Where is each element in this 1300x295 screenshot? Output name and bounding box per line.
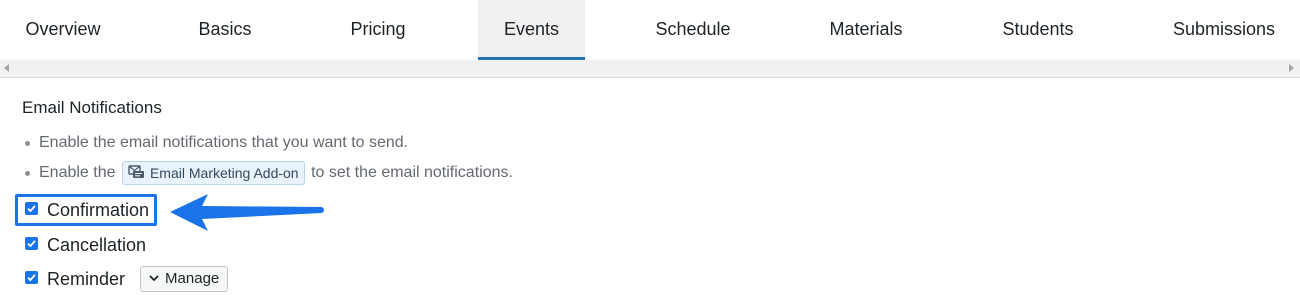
confirmation-checkbox[interactable] <box>25 201 38 215</box>
scroll-right-icon[interactable] <box>1289 64 1294 72</box>
tab-materials[interactable]: Materials <box>803 0 929 60</box>
scroll-left-icon[interactable] <box>4 64 9 72</box>
list-item: Enable the Email Marketing Add-on to set… <box>22 158 513 188</box>
help-text-suffix: to set the email notifications. <box>311 164 513 181</box>
annotation-arrow-icon <box>170 194 324 231</box>
tab-schedule[interactable]: Schedule <box>630 0 756 60</box>
list-item: Enable the email notifications that you … <box>22 128 513 158</box>
option-label: Reminder <box>47 269 126 289</box>
option-label: Confirmation <box>47 200 150 220</box>
option-confirmation[interactable]: Confirmation <box>25 198 149 222</box>
help-text: Enable the email notifications that you … <box>39 134 409 151</box>
notification-help-list: Enable the email notifications that you … <box>22 128 513 188</box>
horizontal-scrollbar[interactable] <box>0 60 1300 78</box>
option-reminder[interactable]: Reminder Manage <box>25 266 229 293</box>
option-label: Cancellation <box>47 235 147 255</box>
help-text-prefix: Enable the <box>39 164 116 181</box>
tab-bar: Overview Basics Pricing Events Schedule … <box>0 0 1300 60</box>
tab-events[interactable]: Events <box>478 0 585 60</box>
email-marketing-icon <box>128 163 145 185</box>
tab-submissions[interactable]: Submissions <box>1158 0 1290 60</box>
addon-label: Email Marketing Add-on <box>149 164 299 181</box>
email-marketing-addon-link[interactable]: Email Marketing Add-on <box>121 160 305 185</box>
section-title: Email Notifications <box>22 98 162 117</box>
cancellation-checkbox[interactable] <box>25 236 38 250</box>
tab-pricing[interactable]: Pricing <box>315 0 441 60</box>
manage-button[interactable]: Manage <box>140 266 229 293</box>
chevron-down-icon <box>149 266 159 290</box>
tab-students[interactable]: Students <box>975 0 1101 60</box>
tab-basics[interactable]: Basics <box>162 0 288 60</box>
reminder-checkbox[interactable] <box>25 270 38 284</box>
manage-label: Manage <box>165 270 220 288</box>
tab-overview[interactable]: Overview <box>0 0 126 60</box>
option-cancellation[interactable]: Cancellation <box>25 233 146 257</box>
